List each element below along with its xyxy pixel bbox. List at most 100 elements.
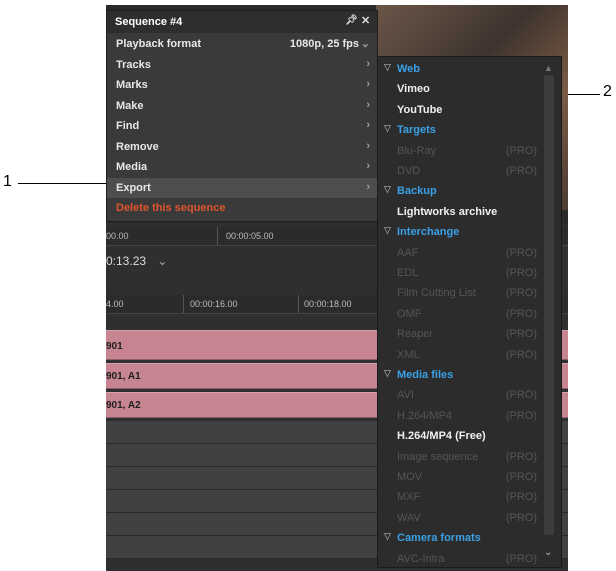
- scroll-up-icon[interactable]: ▲: [544, 63, 553, 73]
- section-header-backup[interactable]: ▽ Backup: [378, 181, 543, 201]
- export-item-youtube[interactable]: YouTube: [378, 100, 543, 120]
- menu-item-value: 1080p, 25 fps: [289, 38, 359, 50]
- menu-item-tracks[interactable]: Tracks ›: [107, 55, 377, 75]
- scroll-down-icon[interactable]: ⌄: [544, 547, 552, 558]
- export-item-label: Reaper: [397, 328, 434, 341]
- clip-label: 901: [106, 341, 123, 352]
- menu-item-label: Remove: [116, 140, 159, 153]
- menu-item-media[interactable]: Media ›: [107, 157, 377, 177]
- menu-item-marks[interactable]: Marks ›: [107, 75, 377, 95]
- export-item-label: Lightworks archive: [397, 205, 498, 218]
- pro-badge: (PRO): [505, 287, 537, 300]
- pro-badge: (PRO): [505, 389, 537, 402]
- pro-badge: (PRO): [505, 491, 537, 504]
- section-header-camera-formats[interactable]: ▽ Camera formats: [378, 528, 543, 548]
- callout-number-1: 1: [3, 173, 12, 190]
- pro-badge: (PRO): [505, 511, 537, 524]
- section-header-media-files[interactable]: ▽ Media files: [378, 365, 543, 385]
- export-item-reaper: Reaper (PRO): [378, 324, 543, 344]
- menu-item-make[interactable]: Make ›: [107, 96, 377, 116]
- section-header-web[interactable]: ▽ Web: [378, 59, 543, 79]
- menu-item-label: Marks: [116, 79, 148, 91]
- export-item-blu-ray: Blu-Ray (PRO): [378, 141, 543, 161]
- chevron-right-icon: ›: [366, 78, 370, 90]
- timecode-display[interactable]: 0:13.23 ⌄: [106, 254, 167, 268]
- chevron-down-icon[interactable]: ▽: [384, 368, 391, 379]
- callout-line-1: [18, 183, 110, 184]
- timecode-value: 0:13.23: [106, 254, 147, 268]
- chevron-right-icon: ›: [366, 180, 370, 193]
- export-item-h-264-mp4-free[interactable]: H.264/MP4 (Free): [378, 426, 543, 446]
- chevron-down-icon[interactable]: ▽: [384, 225, 391, 236]
- export-item-lightworks-archive[interactable]: Lightworks archive: [378, 202, 543, 222]
- section-title: Backup: [397, 185, 437, 198]
- chevron-right-icon: ›: [366, 119, 370, 131]
- chevron-right-icon: ›: [366, 57, 370, 70]
- menu-item-label: Playback format: [116, 38, 201, 50]
- callout-number-2: 2: [603, 83, 612, 100]
- export-item-label: AAF: [397, 246, 419, 259]
- section-title: Interchange: [397, 226, 460, 239]
- export-item-mov: MOV (PRO): [378, 467, 543, 487]
- export-item-film-cutting-list: Film Cutting List (PRO): [378, 283, 543, 303]
- scrollbar[interactable]: [544, 75, 554, 535]
- export-item-label: EDL: [397, 267, 419, 279]
- export-item-avc-intra: AVC-Intra (PRO): [378, 549, 543, 567]
- clip-label: 901, A2: [106, 400, 141, 411]
- export-item-aaf: AAF (PRO): [378, 243, 543, 263]
- export-item-label: XML: [397, 348, 420, 361]
- export-item-label: H.264/MP4: [397, 409, 453, 422]
- close-icon[interactable]: ✕: [361, 14, 370, 27]
- chevron-down-icon: ⌄: [360, 38, 370, 50]
- chevron-down-icon[interactable]: ▽: [384, 123, 391, 134]
- export-item-h-264-mp4: H.264/MP4 (PRO): [378, 406, 543, 426]
- menu-item-export[interactable]: Export ›: [107, 177, 377, 198]
- menu-item-label: Media: [116, 161, 148, 173]
- export-item-label: Blu-Ray: [397, 144, 437, 157]
- menu-item-label: Find: [116, 120, 140, 132]
- pro-badge: (PRO): [505, 471, 537, 483]
- menu-item-remove[interactable]: Remove ›: [107, 137, 377, 157]
- sequence-menu-header: Sequence #4 📌︎ ✕: [107, 11, 377, 33]
- chevron-right-icon: ›: [366, 98, 370, 111]
- chevron-right-icon: ›: [366, 139, 370, 152]
- menu-item-label: Delete this sequence: [116, 202, 226, 214]
- menu-item-playback-format[interactable]: Playback format 1080p, 25 fps ⌄: [107, 34, 377, 54]
- pin-icon[interactable]: 📌︎: [345, 15, 358, 26]
- section-title: Web: [397, 63, 421, 75]
- ruler-label: 00:00:16.00: [190, 299, 238, 309]
- menu-item-label: Tracks: [116, 58, 151, 71]
- chevron-down-icon[interactable]: ⌄: [157, 254, 167, 268]
- export-submenu: ▽ Web Vimeo YouTube ▽ Targets Blu-Ray (PRO) DVD (…: [377, 56, 562, 568]
- chevron-down-icon[interactable]: ▽: [384, 62, 391, 73]
- section-header-targets[interactable]: ▽ Targets: [378, 120, 543, 140]
- pro-badge: (PRO): [505, 165, 537, 177]
- export-item-omf: OMF (PRO): [378, 304, 543, 324]
- section-title: Camera formats: [397, 532, 481, 545]
- section-header-interchange[interactable]: ▽ Interchange: [378, 222, 543, 242]
- export-item-vimeo[interactable]: Vimeo: [378, 79, 543, 99]
- pro-badge: (PRO): [505, 328, 537, 341]
- export-item-label: H.264/MP4 (Free): [397, 430, 486, 443]
- ruler-label: 00:00:05.00: [226, 231, 274, 241]
- menu-item-delete-this-sequence[interactable]: Delete this sequence: [107, 198, 377, 218]
- export-item-avi: AVI (PRO): [378, 385, 543, 405]
- pro-badge: (PRO): [505, 348, 537, 361]
- chevron-down-icon[interactable]: ▽: [384, 184, 391, 195]
- pro-badge: (PRO): [505, 144, 537, 157]
- ruler-label: 00.00: [106, 231, 129, 241]
- export-item-label: Film Cutting List: [397, 287, 476, 300]
- export-item-label: YouTube: [397, 103, 443, 116]
- export-item-label: Image sequence: [397, 450, 479, 463]
- section-title: Targets: [397, 124, 436, 137]
- export-item-mxf: MXF (PRO): [378, 487, 543, 507]
- ruler-label: 00:00:18.00: [304, 299, 352, 309]
- chevron-down-icon[interactable]: ▽: [384, 531, 391, 542]
- export-item-label: AVC-Intra: [397, 552, 445, 565]
- menu-item-find[interactable]: Find ›: [107, 116, 377, 136]
- export-item-xml: XML (PRO): [378, 345, 543, 365]
- export-item-label: DVD: [397, 165, 421, 177]
- export-item-dvd: DVD (PRO): [378, 161, 543, 181]
- sequence-title: Sequence #4: [115, 16, 183, 28]
- section-title: Media files: [397, 369, 454, 381]
